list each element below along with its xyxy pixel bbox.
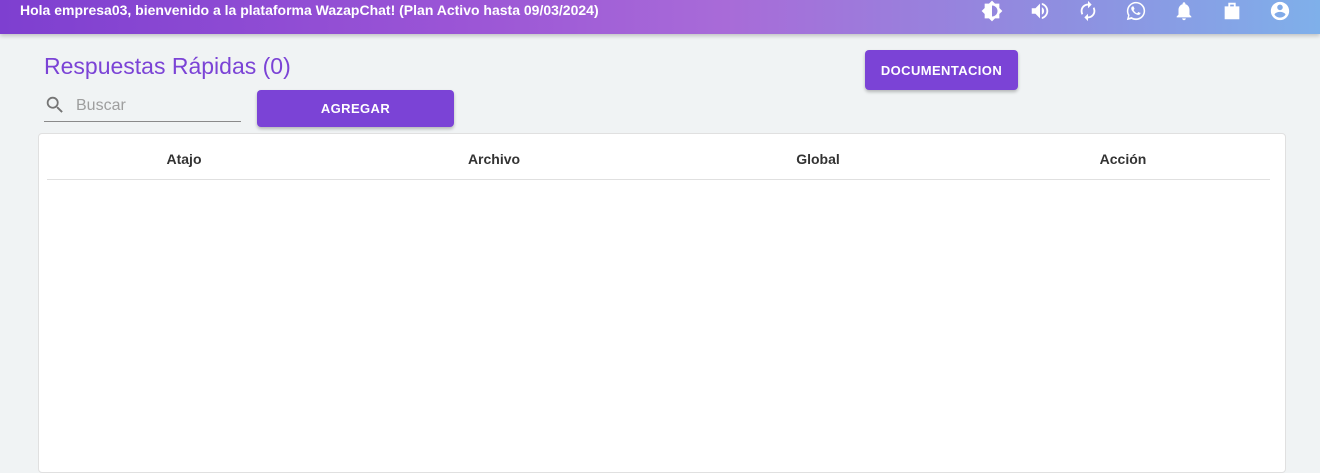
- column-header-action: Acción: [1099, 151, 1147, 167]
- whatsapp-icon[interactable]: [1124, 0, 1148, 22]
- column-header-global: Global: [796, 151, 840, 167]
- table-header: Atajo Archivo Global Acción: [47, 134, 1270, 180]
- search-input[interactable]: [76, 94, 236, 118]
- add-quick-reply-button[interactable]: AGREGAR: [257, 90, 454, 127]
- top-app-bar: Hola empresa03, bienvenido a la platafor…: [0, 0, 1320, 34]
- refresh-icon[interactable]: [1076, 0, 1100, 22]
- briefcase-icon[interactable]: [1220, 0, 1244, 22]
- volume-icon[interactable]: [1028, 0, 1052, 22]
- search-field[interactable]: [44, 90, 241, 122]
- welcome-message: Hola empresa03, bienvenido a la platafor…: [20, 2, 599, 18]
- column-header-shortcut: Atajo: [166, 151, 202, 167]
- quick-replies-table: Atajo Archivo Global Acción: [38, 133, 1286, 473]
- page-title: Respuestas Rápidas (0): [44, 53, 291, 79]
- bell-icon[interactable]: [1172, 0, 1196, 22]
- documentation-button[interactable]: DOCUMENTACION: [865, 50, 1018, 90]
- theme-toggle-icon[interactable]: [980, 0, 1004, 22]
- account-circle-icon[interactable]: [1268, 0, 1292, 22]
- search-icon: [44, 94, 68, 118]
- column-header-file: Archivo: [467, 151, 521, 167]
